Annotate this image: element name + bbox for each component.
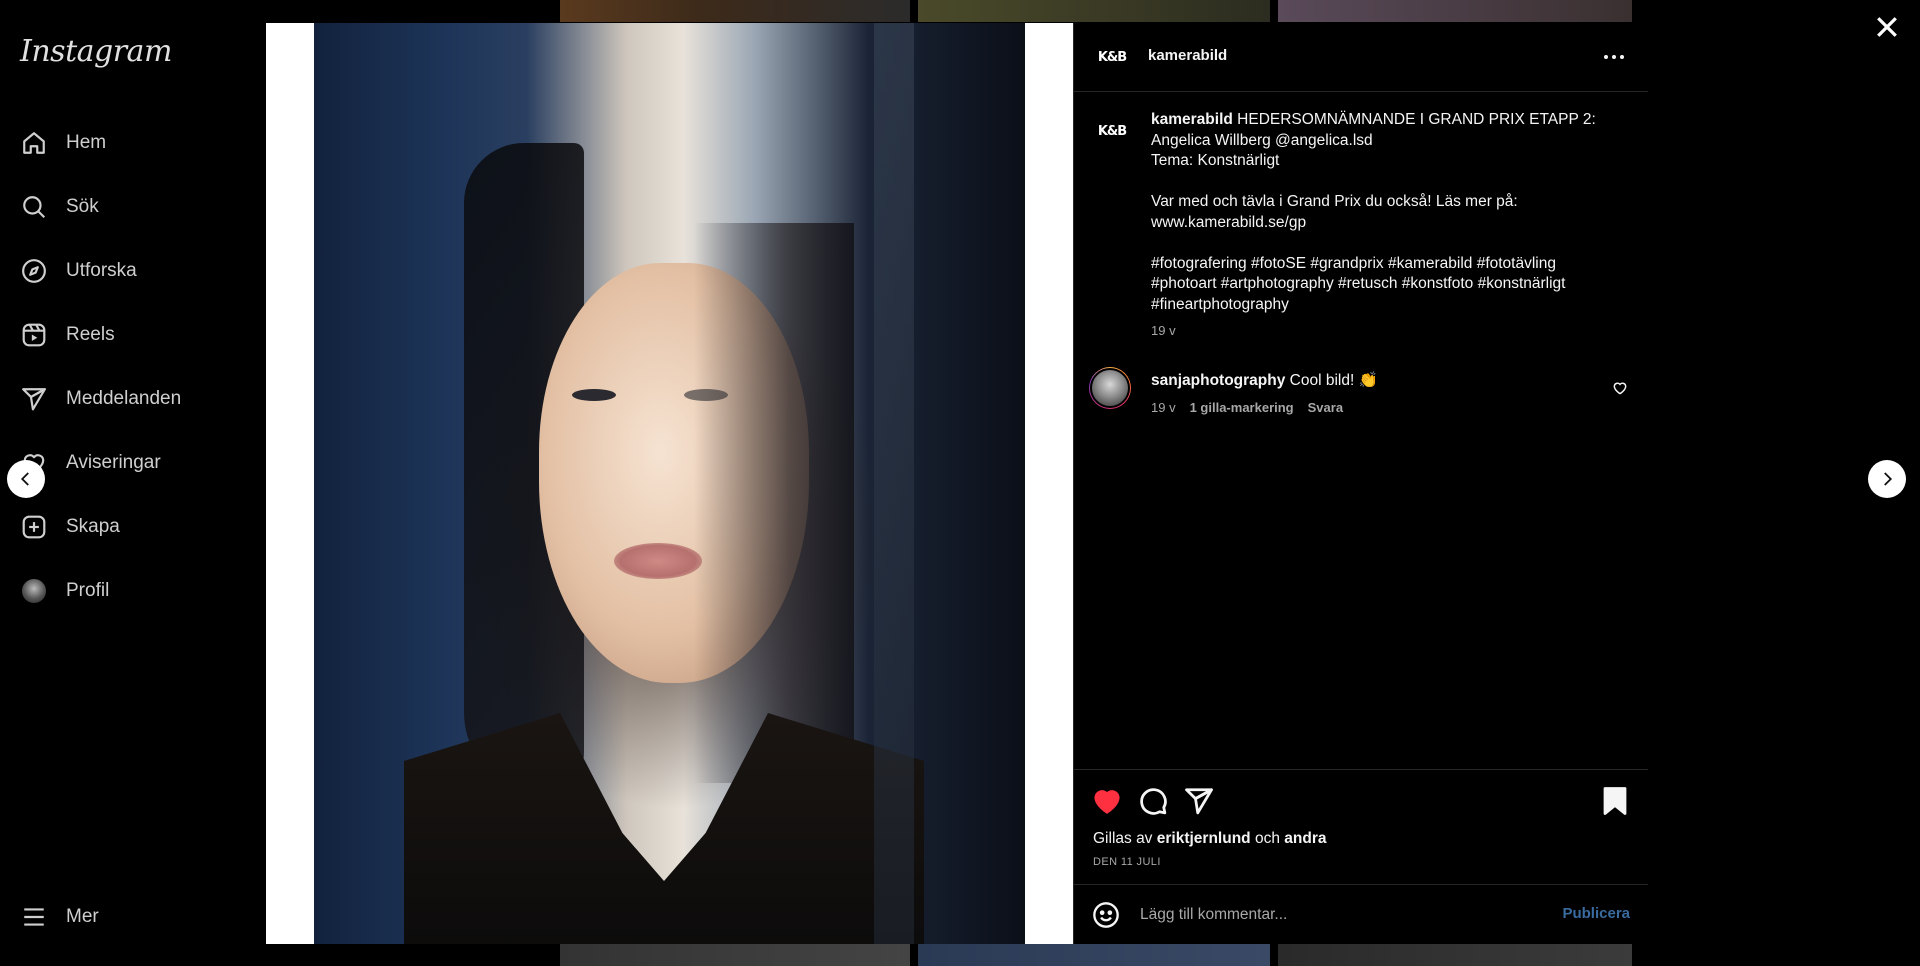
caption-text: HEDERSOMNÄMNANDE I GRAND PRIX ETAPP 2: [1237, 111, 1596, 128]
caption-text: Var med och tävla i Grand Prix du också!… [1151, 193, 1518, 210]
save-button[interactable] [1600, 786, 1630, 816]
sidebar-item-label: Skapa [66, 516, 120, 537]
add-comment-bar: Publicera [1074, 884, 1648, 945]
close-icon [1877, 17, 1897, 37]
feed-thumbnail [560, 0, 910, 22]
liked-by-username[interactable]: eriktjernlund [1157, 830, 1251, 847]
share-button[interactable] [1184, 786, 1214, 816]
caption-text: Tema: Konstnärligt [1151, 152, 1280, 169]
comment: sanjaphotography Cool bild! 👏 [1151, 371, 1378, 390]
comment-icon [1140, 788, 1167, 815]
feed-thumbnail [1278, 0, 1632, 22]
reels-icon [20, 321, 48, 349]
home-icon [20, 129, 48, 157]
author-avatar[interactable]: K&B [1096, 41, 1128, 73]
caption-link[interactable]: www.kamerabild.se/gp [1151, 213, 1631, 234]
sidebar-item-more[interactable]: Mer [20, 897, 250, 937]
compass-icon [20, 257, 48, 285]
sidebar-item-messages[interactable]: Meddelanden [20, 379, 250, 419]
search-icon [20, 193, 48, 221]
emoji-button[interactable] [1092, 901, 1120, 929]
comment-username[interactable]: sanjaphotography [1151, 372, 1285, 389]
comment-meta: 19 v 1 gilla-markering Svara [1151, 400, 1343, 415]
liked-by-others[interactable]: andra [1284, 830, 1326, 847]
post-header: K&B kamerabild [1074, 23, 1648, 92]
chevron-left-icon [20, 472, 29, 486]
heart-filled-icon [1094, 790, 1120, 814]
comment-button[interactable] [1138, 786, 1168, 816]
feed-thumbnail [560, 944, 910, 966]
menu-icon [20, 903, 48, 931]
sidebar-item-create[interactable]: Skapa [20, 507, 250, 547]
like-button[interactable] [1092, 786, 1122, 816]
feed-thumbnail [918, 944, 1270, 966]
feed-thumbnail [918, 0, 1270, 22]
comment-text: Cool bild! 👏 [1289, 372, 1378, 389]
sidebar-item-explore[interactable]: Utforska [20, 251, 250, 291]
next-post-button[interactable] [1868, 460, 1906, 498]
send-icon [20, 385, 48, 413]
send-icon [1185, 788, 1213, 815]
profile-avatar [20, 577, 48, 605]
instagram-logo[interactable]: Instagram [20, 34, 172, 69]
comment-like-button[interactable] [1612, 380, 1628, 396]
sidebar-item-label: Utforska [66, 260, 137, 281]
sidebar-item-label: Aviseringar [66, 452, 161, 473]
comment-timestamp: 19 v [1151, 400, 1176, 415]
caption-author-avatar[interactable]: K&B [1096, 115, 1128, 147]
likes-summary: Gillas av eriktjernlund och andra [1093, 830, 1327, 847]
comment-likes-count[interactable]: 1 gilla-markering [1190, 400, 1294, 415]
commenter-avatar[interactable] [1089, 367, 1131, 409]
caption-hashtags[interactable]: #photoart #artphotography #retusch #kons… [1151, 274, 1631, 295]
sidebar-item-label: Hem [66, 132, 107, 153]
caption-text: Angelica Willberg @angelica.lsd [1151, 131, 1373, 149]
post-media[interactable] [266, 23, 1073, 944]
post-caption: kamerabild HEDERSOMNÄMNANDE I GRAND PRIX… [1151, 110, 1631, 315]
post-actions: Gillas av eriktjernlund och andra DEN 11… [1074, 769, 1648, 890]
post-details-panel: K&B kamerabild K&B kamerabild HEDERSOMNÄ… [1073, 23, 1648, 944]
more-options-button[interactable] [1602, 45, 1626, 69]
comment-input[interactable] [1138, 899, 1522, 931]
chevron-right-icon [1884, 472, 1893, 486]
sidebar-item-search[interactable]: Sök [20, 187, 250, 227]
caption-timestamp: 19 v [1151, 323, 1176, 338]
post-date: DEN 11 JULI [1093, 856, 1161, 868]
heart-icon [1613, 382, 1627, 395]
sidebar-item-home[interactable]: Hem [20, 123, 250, 163]
bookmark-filled-icon [1603, 787, 1627, 815]
sidebar-item-label: Meddelanden [66, 388, 182, 409]
caption-username[interactable]: kamerabild [1151, 111, 1233, 128]
post-photo [314, 23, 1025, 944]
sidebar-item-label: Mer [66, 906, 99, 927]
publish-button[interactable]: Publicera [1562, 905, 1630, 922]
plus-square-icon [20, 513, 48, 541]
feed-thumbnail [1278, 944, 1632, 966]
sidebar-item-label: Reels [66, 324, 115, 345]
previous-post-button[interactable] [7, 460, 45, 498]
caption-hashtags[interactable]: #fineartphotography [1151, 295, 1631, 316]
smiley-icon [1093, 902, 1119, 928]
close-button[interactable] [1872, 12, 1902, 42]
sidebar-item-notifications[interactable]: Aviseringar [20, 443, 250, 483]
sidebar-item-label: Sök [66, 196, 99, 217]
author-username[interactable]: kamerabild [1148, 47, 1227, 64]
caption-hashtags[interactable]: #fotografering #fotoSE #grandprix #kamer… [1151, 254, 1631, 275]
sidebar-item-label: Profil [66, 580, 110, 601]
more-dots-icon [1604, 55, 1608, 59]
sidebar-item-reels[interactable]: Reels [20, 315, 250, 355]
reply-button[interactable]: Svara [1308, 400, 1343, 415]
sidebar-item-profile[interactable]: Profil [20, 571, 250, 611]
